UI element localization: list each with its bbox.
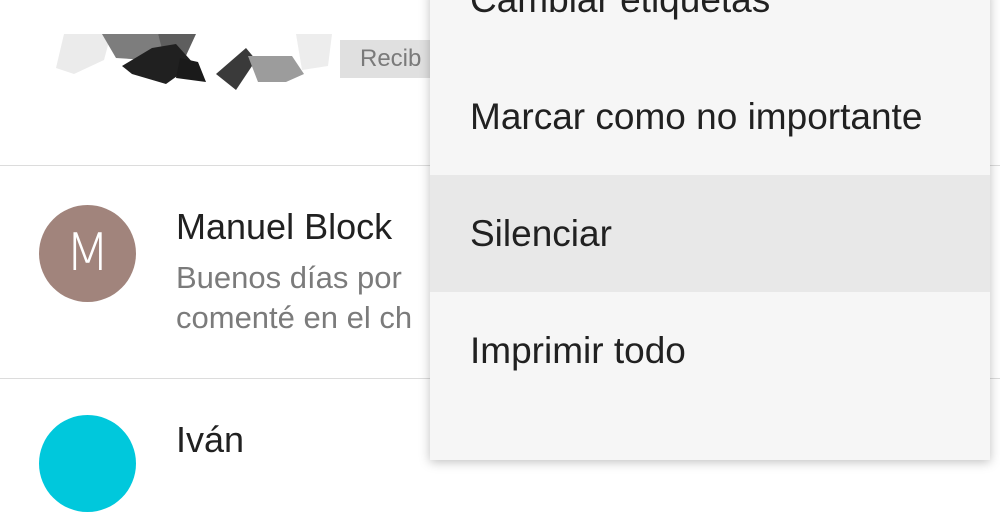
snippet-line: comenté en el ch [176,300,413,335]
menu-item-marcar-no-importante[interactable]: Marcar como no importante [430,58,990,175]
snippet-line: Buenos días por [176,260,402,295]
avatar[interactable] [39,415,136,512]
menu-item-cambiar-etiquetas[interactable]: Cambiar etiquetas [430,0,990,58]
sender-name: Manuel Block [176,206,393,247]
menu-item-silenciar[interactable]: Silenciar [430,175,990,292]
sender-name: Iván [176,419,245,460]
attachment-thumbnail [56,34,332,90]
overflow-menu: Cambiar etiquetas Marcar como no importa… [430,0,990,460]
menu-item-imprimir-todo[interactable]: Imprimir todo [430,292,990,409]
avatar[interactable]: M [39,205,136,302]
